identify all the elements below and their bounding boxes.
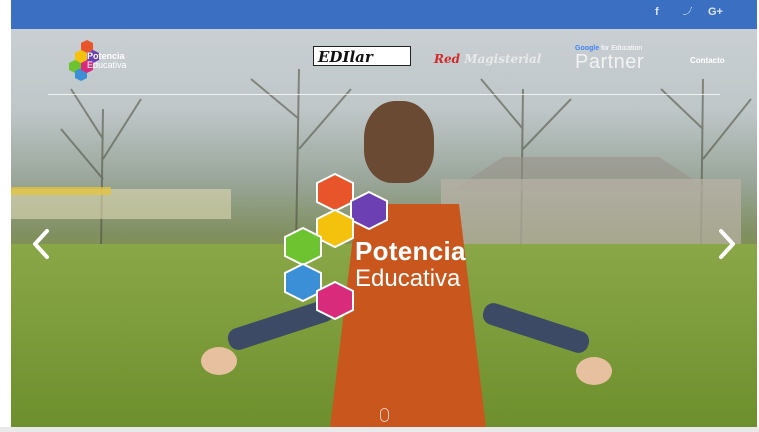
nav-divider <box>48 94 720 95</box>
facebook-icon[interactable]: f <box>655 6 659 18</box>
red-magisterial-red: Red <box>434 52 460 66</box>
kid-head <box>364 101 434 183</box>
twitter-bird-glyph <box>682 7 692 15</box>
kid-left-hand <box>201 347 237 375</box>
scroll-indicator[interactable] <box>380 408 389 422</box>
googleplus-icon[interactable]: G+ <box>708 6 723 18</box>
red-magisterial-logo[interactable]: Red Magisterial <box>434 52 541 66</box>
hero-title-line1: Potencia <box>355 236 466 266</box>
edilar-logo[interactable]: EDIlar <box>313 46 411 66</box>
kid-right-hand <box>576 357 612 385</box>
page-frame: f G+ Potencia Educativa EDIlar Red Magis… <box>11 0 757 427</box>
google-for-education-logo[interactable]: Google for Education Partner <box>575 45 675 72</box>
red-magisterial-rest: Magisterial <box>464 52 542 66</box>
twitter-icon[interactable] <box>681 6 692 19</box>
top-bar: f G+ <box>11 0 757 29</box>
bottom-scrollbar <box>0 427 759 432</box>
logo-small-line2: Educativa <box>87 60 127 70</box>
hero-title-line2: Educativa <box>355 265 461 292</box>
chevron-left-icon[interactable] <box>29 227 53 261</box>
logo-small-text[interactable]: Potencia Educativa <box>87 52 127 70</box>
gfe-partner: Partner <box>575 51 645 73</box>
contact-link[interactable]: Contacto <box>690 56 725 65</box>
chevron-right-icon[interactable] <box>715 227 739 261</box>
